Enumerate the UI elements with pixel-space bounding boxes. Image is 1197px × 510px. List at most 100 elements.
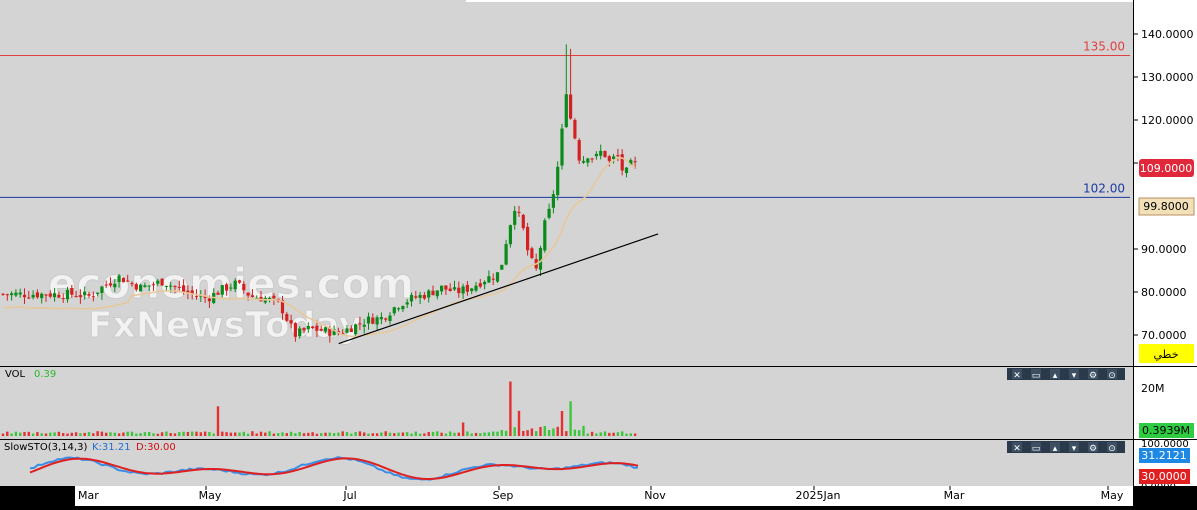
zoom-icon[interactable]: ⊙ [1107,442,1117,454]
volume-bar [603,431,607,436]
volume-bar [96,431,99,436]
candle-body [633,161,637,163]
volume-bar [311,432,314,436]
move-up-icon-glyph: ▴ [1053,371,1058,381]
volume-bar [178,432,181,436]
candle-body [31,294,35,298]
volume-bar [191,431,194,436]
volume-bar [208,431,211,436]
candle-body [216,292,220,295]
candle-body [44,294,48,296]
time-tick-label: Jul [342,489,356,502]
volume-bar [216,406,220,436]
settings-icon-glyph: ⚙ [1089,444,1097,454]
candle-body [513,210,517,225]
volume-bar [616,432,620,436]
time-axis-strip[interactable] [75,486,1133,506]
volume-bar [358,431,362,436]
volume-bar [44,433,48,436]
candle-body [139,284,143,292]
settings-icon[interactable]: ⚙ [1088,369,1098,381]
volume-bar [483,432,486,436]
volume-bar [513,427,516,436]
volume-bar [431,431,435,436]
price-axis-panel[interactable] [1134,0,1197,366]
candle-body [414,296,418,298]
window-icon[interactable]: ▭ [1031,369,1041,381]
candle-body [194,295,199,297]
volume-bar [70,432,73,436]
volume-bar [49,432,52,436]
window-icon[interactable]: ▭ [1031,442,1041,454]
candle-body [478,283,482,287]
volume-bar [363,432,366,436]
candle-body [61,298,65,300]
candle-body [556,166,560,196]
volume-bar [298,432,301,436]
candle-body [560,128,564,166]
close-icon[interactable]: ✕ [1012,369,1022,381]
candle-body [465,284,469,292]
zoom-icon[interactable]: ⊙ [1107,369,1117,381]
volume-bar [578,430,581,436]
candle-body [517,211,521,213]
volume-bar [410,433,413,436]
candle-body [392,307,396,314]
candle-body [117,275,121,282]
candle-body [268,298,272,300]
volume-bar [427,431,430,436]
price-tick-label: 120.0000 [1141,114,1194,127]
candle-body [173,286,177,288]
volume-bar [629,433,632,436]
candle-body [388,315,392,321]
candle-body [371,317,375,324]
volume-bar [289,431,293,436]
volume-bar [354,432,357,436]
candle-body [603,150,607,158]
candle-body [581,160,586,163]
volume-bar [259,431,263,436]
volume-bar [148,432,151,436]
volume-bar [586,433,589,436]
volume-bar [474,432,478,436]
volume-bar [504,430,508,436]
candle-body [233,280,237,290]
volume-bar [251,431,254,436]
volume-bar [509,381,512,436]
volume-bar [526,430,529,436]
volume-panel-background [0,367,1133,439]
candle-body [156,280,160,284]
window-icon-glyph: ▭ [1032,444,1041,454]
ma-price-text: 99.8000 [1143,200,1189,213]
candle-body [293,323,297,337]
last-price-tag: 109.0000 [1139,159,1194,177]
candle-body [83,291,87,296]
candle-body [134,284,138,290]
candle-body [18,292,22,295]
volume-bar [1,433,5,436]
candle-body [366,316,371,324]
top-strip [466,0,1133,2]
stoch-k-label: K:31.21 [92,442,131,453]
volume-last-text: 0.3939M [1142,424,1190,437]
candle-body [151,284,156,286]
volume-bar [590,431,594,436]
candle-body [237,280,242,283]
settings-icon[interactable]: ⚙ [1088,442,1098,454]
time-tick-label: May [199,489,222,502]
volume-bar [302,433,306,436]
candle-body [311,326,315,328]
candle-body [242,283,246,291]
time-tick-label: Mar [944,489,965,502]
candle-body [229,287,233,289]
volume-bar [23,432,26,436]
close-icon[interactable]: ✕ [1012,442,1022,454]
zoom-icon-glyph: ⊙ [1108,444,1116,454]
candle-body [435,290,439,297]
volume-bar [272,433,276,436]
candle-body [431,290,435,296]
candle-body [440,285,444,292]
volume-bar [393,433,396,436]
candle-body [143,285,147,287]
volume-bar [479,433,482,436]
